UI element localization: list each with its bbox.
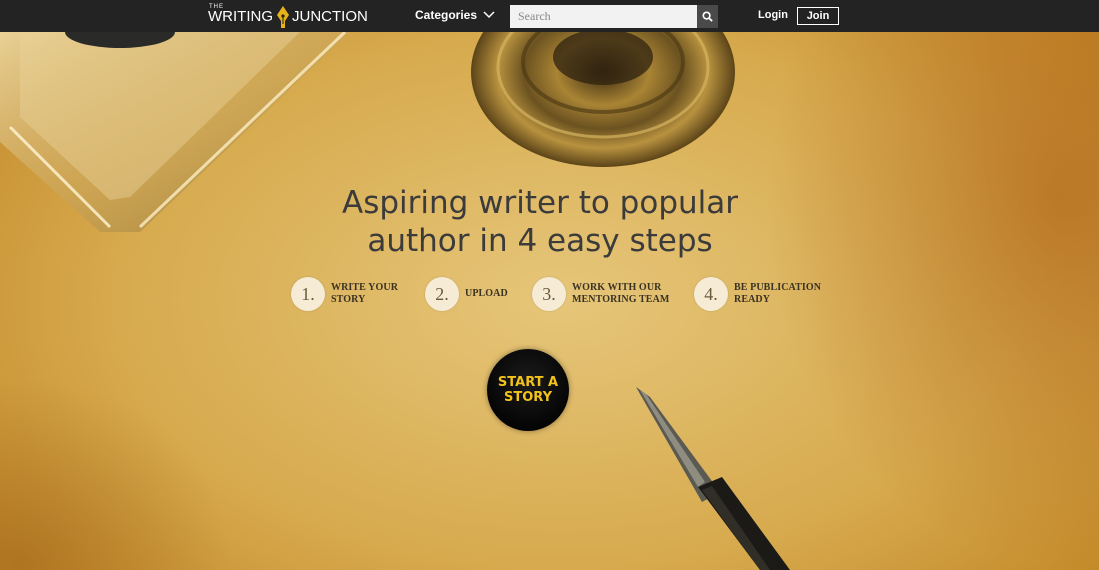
logo-writing-text: WRITING [208, 8, 273, 25]
step-label: BE PUBLICATION READY [734, 282, 821, 306]
start-button-line-1: START A [497, 375, 559, 390]
headline-line-2: author in 4 easy steps [367, 223, 713, 259]
pen-nib-icon [277, 6, 289, 28]
step-label-line-1: UPLOAD [465, 288, 508, 299]
join-button[interactable]: Join [797, 7, 839, 25]
step-label-line-2: STORY [331, 294, 366, 305]
brass-seal-image [471, 32, 735, 167]
step-number-badge: 1. [291, 277, 325, 311]
step-number-badge: 3. [532, 277, 566, 311]
step-label-line-2: READY [734, 294, 771, 305]
hero-headline: Aspiring writer to popular author in 4 e… [260, 184, 820, 260]
step-number-badge: 2. [425, 277, 459, 311]
site-logo[interactable]: THE WRITING JUNCTION [208, 4, 370, 28]
step-label: WORK WITH OUR MENTORING TEAM [572, 282, 669, 306]
search-bar [510, 5, 718, 28]
step-4: 4. BE PUBLICATION READY [694, 277, 821, 311]
step-3: 3. WORK WITH OUR MENTORING TEAM [532, 277, 669, 311]
step-label-line-2: MENTORING TEAM [572, 294, 670, 305]
search-icon [702, 11, 713, 22]
headline-line-1: Aspiring writer to popular [341, 185, 739, 221]
categories-dropdown[interactable]: Categories [415, 8, 495, 22]
step-label: UPLOAD [465, 288, 508, 300]
step-number-badge: 4. [694, 277, 728, 311]
fountain-pen-image [636, 387, 790, 570]
login-link[interactable]: Login [758, 9, 788, 21]
search-button[interactable] [697, 5, 718, 28]
top-navbar: THE WRITING JUNCTION Categories Login Jo… [0, 0, 1099, 32]
step-label: WRITE YOUR STORY [331, 282, 398, 306]
step-label-line-1: WORK WITH OUR [572, 282, 662, 293]
step-label-line-1: WRITE YOUR [331, 282, 399, 293]
start-a-story-button[interactable]: START A STORY [487, 349, 569, 431]
categories-label: Categories [415, 8, 478, 22]
chevron-down-icon [483, 11, 495, 19]
logo-junction-text: JUNCTION [292, 8, 368, 25]
step-2: 2. UPLOAD [425, 277, 508, 311]
search-input[interactable] [510, 5, 697, 28]
step-1: 1. WRITE YOUR STORY [291, 277, 398, 311]
start-button-line-2: STORY [504, 390, 552, 405]
step-label-line-1: BE PUBLICATION [734, 282, 822, 293]
